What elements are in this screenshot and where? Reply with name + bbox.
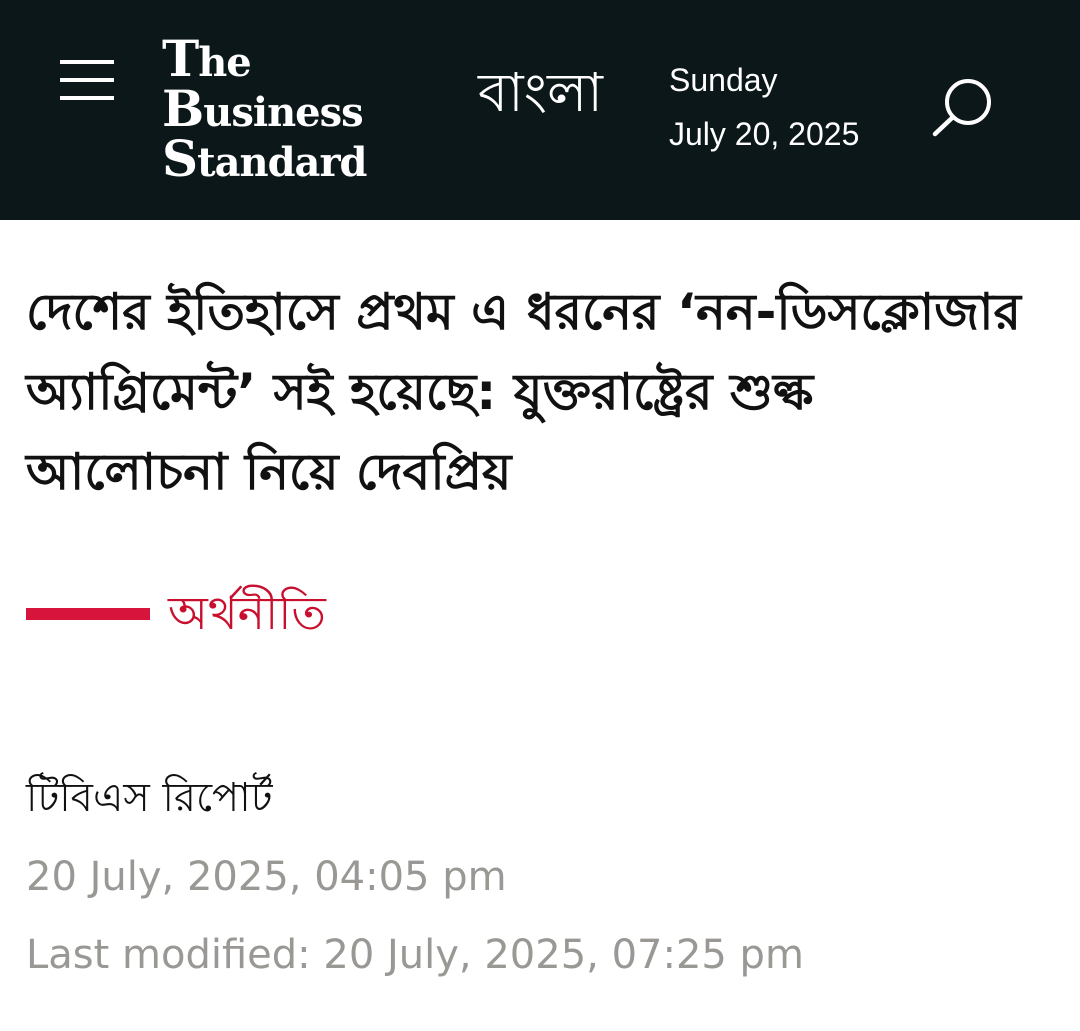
logo-line-the: The <box>162 29 252 88</box>
site-logo[interactable]: The Business Standard <box>162 36 462 186</box>
published-timestamp: 20 July, 2025, 04:05 pm <box>26 854 507 900</box>
category-accent-bar <box>26 608 150 620</box>
category-label: অর্থনীতি <box>168 586 326 640</box>
logo-line-business: Business <box>162 79 364 138</box>
author-byline[interactable]: টিবিএস রিপোর্ট <box>26 770 273 826</box>
logo-line-standard: Standard <box>162 129 368 188</box>
hamburger-menu-icon[interactable] <box>60 58 114 104</box>
header-date: July 20, 2025 <box>669 116 860 152</box>
article-headline: দেশের ইতিহাসে প্রথম এ ধরনের ‘নন-ডিসক্লোজ… <box>26 283 1021 501</box>
search-icon[interactable] <box>930 76 996 138</box>
language-switch-link[interactable]: বাংলা <box>478 58 603 128</box>
header-day: Sunday <box>669 62 778 98</box>
site-header: The Business Standard বাংলা Sunday July … <box>0 0 1080 220</box>
modified-timestamp: Last modified: 20 July, 2025, 07:25 pm <box>26 932 804 978</box>
